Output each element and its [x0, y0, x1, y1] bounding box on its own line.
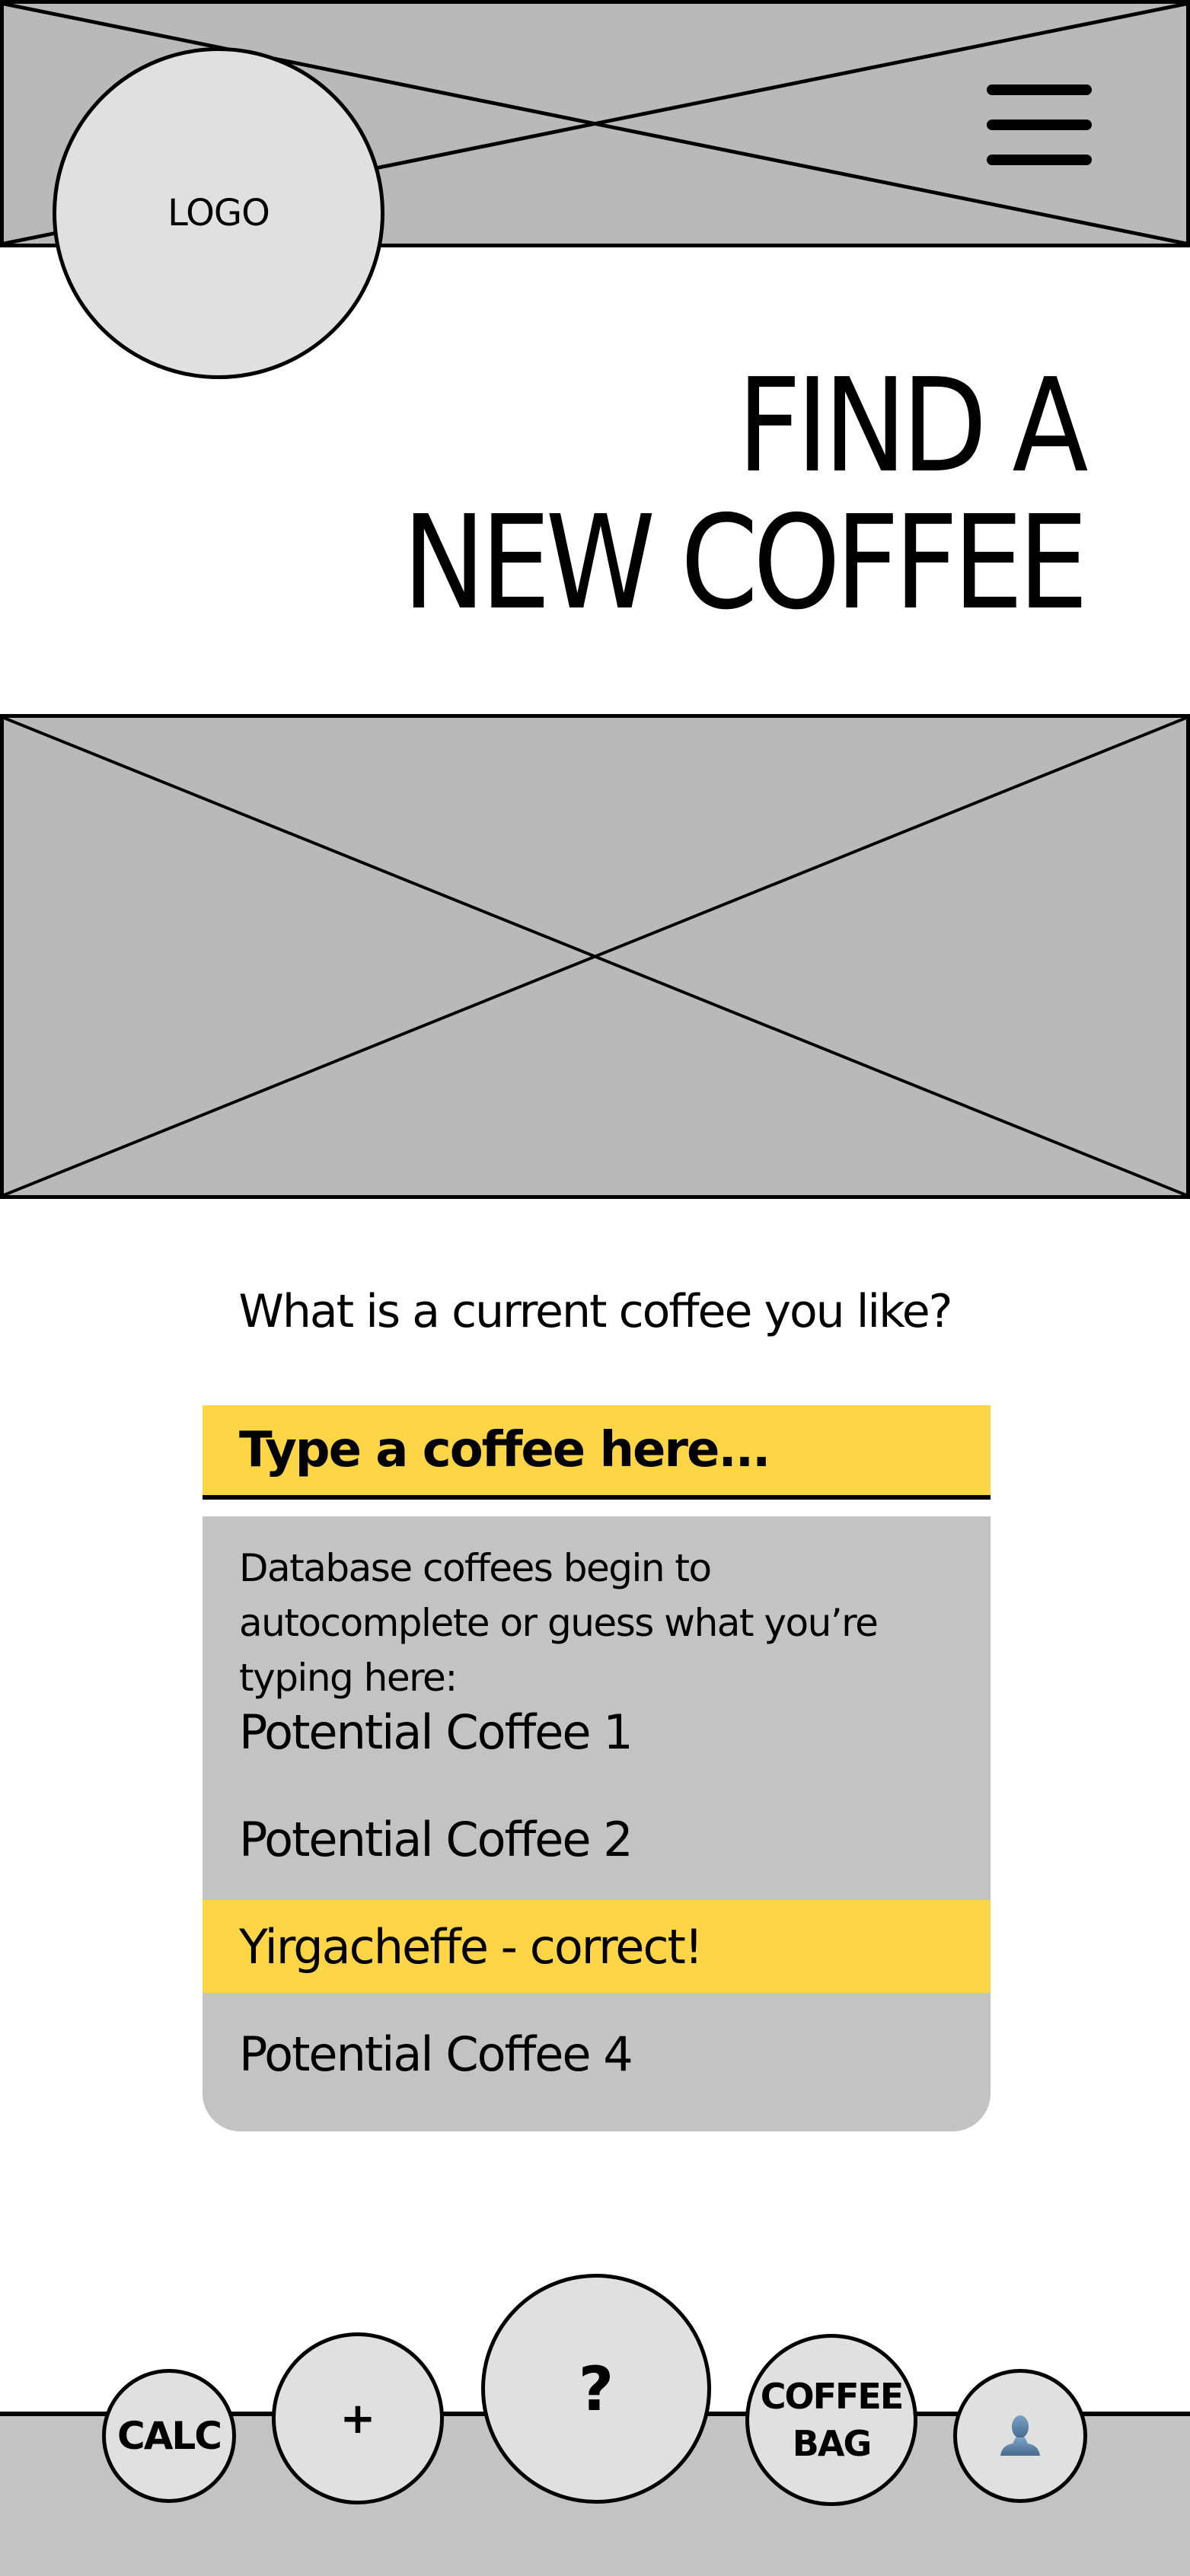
nav-add-button[interactable]: +: [272, 2332, 444, 2504]
plus-icon: +: [340, 2393, 376, 2444]
page-title: FIND A NEW COFFEE: [402, 351, 1089, 639]
nav-calc-button[interactable]: CALC: [102, 2369, 236, 2503]
image-placeholder-icon: [4, 718, 1186, 1195]
menu-bar: [987, 120, 1092, 130]
suggestion-label: Potential Coffee 4: [239, 2026, 633, 2082]
suggestion-label: Potential Coffee 1: [239, 1704, 633, 1760]
search-question: What is a current coffee you like?: [238, 1285, 953, 1338]
suggestion-label: Yirgacheffe - correct!: [239, 1918, 703, 1975]
suggestion-item[interactable]: Potential Coffee 1: [203, 1685, 991, 1778]
hero-image-placeholder: [0, 714, 1190, 1199]
hamburger-menu-icon[interactable]: [982, 80, 1096, 171]
nav-profile-button[interactable]: [953, 2369, 1087, 2503]
dropdown-hint-text: Database coffees begin to autocomplete o…: [239, 1546, 879, 1700]
suggestion-label: Potential Coffee 2: [239, 1811, 633, 1867]
logo-label: LOGO: [167, 192, 270, 234]
menu-bar: [987, 155, 1092, 165]
nav-help-button[interactable]: ?: [481, 2274, 711, 2504]
menu-bar: [987, 84, 1092, 95]
nav-coffee-bag-label: COFFEE BAG: [760, 2376, 904, 2464]
autocomplete-dropdown: Database coffees begin to autocomplete o…: [203, 1516, 991, 2131]
suggestion-item[interactable]: Potential Coffee 2: [203, 1793, 991, 1886]
suggestion-item[interactable]: Potential Coffee 4: [203, 2007, 991, 2100]
question-mark-icon: ?: [578, 2353, 614, 2425]
user-profile-icon: [1000, 2415, 1040, 2456]
nav-calc-label: CALC: [117, 2414, 222, 2458]
nav-coffee-bag-button[interactable]: COFFEE BAG: [745, 2334, 917, 2506]
suggestion-item-selected[interactable]: Yirgacheffe - correct!: [203, 1900, 991, 1993]
logo[interactable]: LOGO: [53, 47, 384, 379]
coffee-search-input[interactable]: [203, 1405, 991, 1500]
